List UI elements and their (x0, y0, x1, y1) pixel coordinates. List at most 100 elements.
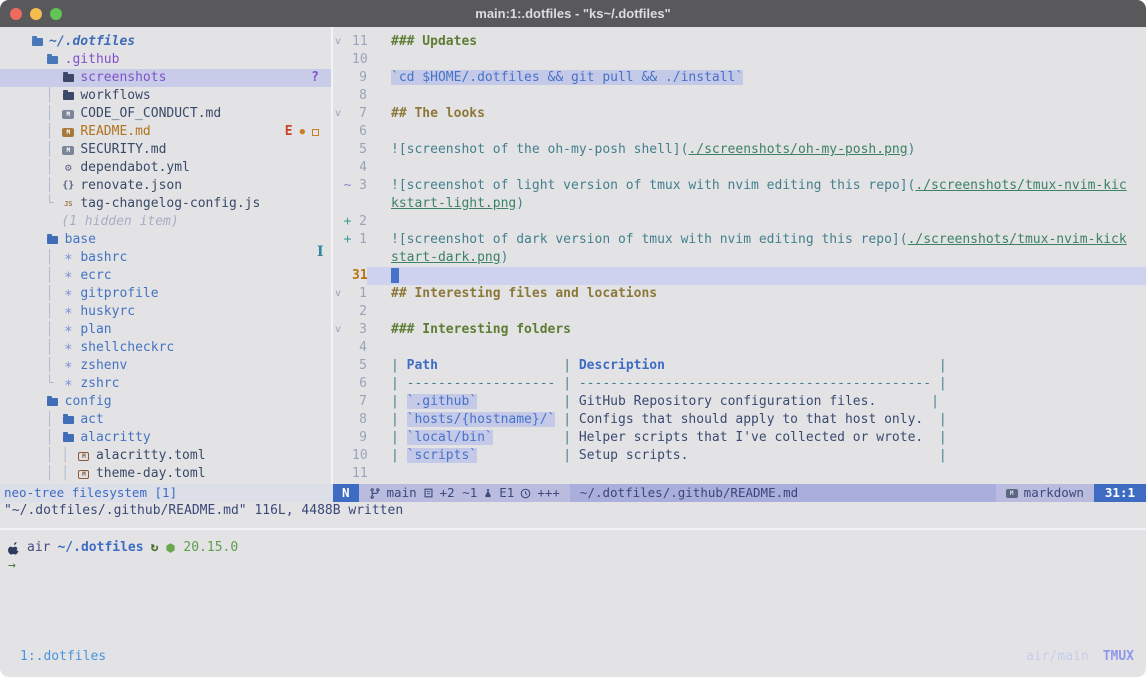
fold-marker-icon[interactable] (333, 303, 343, 321)
line-text[interactable]: | `scripts` | Setup scripts. | (367, 447, 1146, 465)
editor-line[interactable]: 5![screenshot of the oh-my-posh shell](.… (333, 141, 1146, 159)
editor-line[interactable]: 4 (333, 159, 1146, 177)
editor-line[interactable]: v7## The looks (333, 105, 1146, 123)
line-text[interactable] (367, 123, 1146, 141)
minimize-button[interactable] (30, 8, 42, 20)
prompt-arrow[interactable]: → (8, 557, 1146, 575)
neotree-sidebar[interactable]: I ~/.dotfiles .github screenshots? │ wor… (0, 27, 331, 484)
tree-item-tag-changelog-config.js[interactable]: └ JStag-changelog-config.js (0, 195, 331, 213)
fold-marker-icon[interactable] (333, 69, 343, 87)
line-text[interactable] (367, 465, 1146, 483)
tree-item-gitprofile[interactable]: │ *gitprofile (0, 285, 331, 303)
line-text[interactable]: ![screenshot of the oh-my-posh shell](./… (367, 141, 1146, 159)
tree-item-ecrc[interactable]: │ *ecrc (0, 267, 331, 285)
editor-line[interactable]: v11### Updates (333, 33, 1146, 51)
fold-marker-icon[interactable] (333, 249, 343, 267)
fold-marker-icon[interactable] (333, 195, 343, 213)
editor-line[interactable]: 31 (333, 267, 1146, 285)
tree-item--.dotfiles[interactable]: ~/.dotfiles (0, 33, 331, 51)
fold-marker-icon[interactable] (333, 231, 343, 249)
tree-item-act[interactable]: │ act (0, 411, 331, 429)
line-text[interactable]: | `hosts/{hostname}/` | Configs that sho… (367, 411, 1146, 429)
line-text[interactable]: ## Interesting files and locations (367, 285, 1146, 303)
line-text[interactable]: kstart-light.png) (367, 195, 1146, 213)
tree-item-.github[interactable]: .github (0, 51, 331, 69)
fold-marker-icon[interactable] (333, 213, 343, 231)
line-text[interactable] (367, 213, 1146, 231)
line-text[interactable] (367, 51, 1146, 69)
fold-marker-icon[interactable] (333, 393, 343, 411)
tree-item-workflows[interactable]: │ workflows (0, 87, 331, 105)
editor-line[interactable]: v3### Interesting folders (333, 321, 1146, 339)
editor-line[interactable]: ~3![screenshot of light version of tmux … (333, 177, 1146, 195)
tree-item-dependabot.yml[interactable]: │ ⚙dependabot.yml (0, 159, 331, 177)
fold-marker-icon[interactable] (333, 357, 343, 375)
fold-marker-icon[interactable] (333, 375, 343, 393)
fold-marker-icon[interactable] (333, 267, 343, 285)
editor-buffer[interactable]: v11### Updates109`cd $HOME/.dotfiles && … (333, 27, 1146, 484)
line-text[interactable]: | `local/bin` | Helper scripts that I've… (367, 429, 1146, 447)
editor-line[interactable]: 8 (333, 87, 1146, 105)
editor-line[interactable]: 9`cd $HOME/.dotfiles && git pull && ./in… (333, 69, 1146, 87)
fold-marker-icon[interactable] (333, 123, 343, 141)
line-text[interactable] (367, 267, 1146, 285)
tree-item-config[interactable]: config (0, 393, 331, 411)
tree-item-zshrc[interactable]: └ *zshrc (0, 375, 331, 393)
editor-line[interactable]: 8| `hosts/{hostname}/` | Configs that sh… (333, 411, 1146, 429)
tree-item-screenshots[interactable]: screenshots? (0, 69, 331, 87)
editor-line[interactable]: 9| `local/bin` | Helper scripts that I'v… (333, 429, 1146, 447)
editor-line[interactable]: 2 (333, 303, 1146, 321)
tree-item-theme-day.toml[interactable]: │ │ Mtheme-day.toml (0, 465, 331, 483)
close-button[interactable] (10, 8, 22, 20)
tree-item-zshenv[interactable]: │ *zshenv (0, 357, 331, 375)
editor-line[interactable]: +2 (333, 213, 1146, 231)
fold-marker-icon[interactable] (333, 159, 343, 177)
editor-line[interactable]: 6| ------------------- | ---------------… (333, 375, 1146, 393)
shell-area[interactable]: air ~/.dotfiles ↻ 20.15.0 → (0, 520, 1146, 646)
fold-marker-icon[interactable]: v (333, 285, 343, 303)
fold-marker-icon[interactable] (333, 447, 343, 465)
line-text[interactable] (367, 159, 1146, 177)
fold-marker-icon[interactable] (333, 51, 343, 69)
editor-line[interactable]: 5| Path | Description | (333, 357, 1146, 375)
fold-marker-icon[interactable]: v (333, 105, 343, 123)
tree-item-renovate.json[interactable]: │ {}renovate.json (0, 177, 331, 195)
fold-marker-icon[interactable]: v (333, 33, 343, 51)
fold-marker-icon[interactable] (333, 429, 343, 447)
line-text[interactable]: | Path | Description | (367, 357, 1146, 375)
fold-marker-icon[interactable]: v (333, 321, 343, 339)
fold-marker-icon[interactable] (333, 465, 343, 483)
tree-item-security.md[interactable]: │ MSECURITY.md (0, 141, 331, 159)
fold-marker-icon[interactable] (333, 87, 343, 105)
tree-item-plan[interactable]: │ *plan (0, 321, 331, 339)
editor-line[interactable]: 6 (333, 123, 1146, 141)
fold-marker-icon[interactable] (333, 177, 343, 195)
editor-line[interactable]: start-dark.png) (333, 249, 1146, 267)
editor-line[interactable]: +1![screenshot of dark version of tmux w… (333, 231, 1146, 249)
line-text[interactable]: `cd $HOME/.dotfiles && git pull && ./ins… (367, 69, 1146, 87)
tree-item-shellcheckrc[interactable]: │ *shellcheckrc (0, 339, 331, 357)
fold-marker-icon[interactable] (333, 339, 343, 357)
tree-item-readme.md[interactable]: │ MREADME.mdE● (0, 123, 331, 141)
fold-marker-icon[interactable] (333, 411, 343, 429)
tree-item-alacritty[interactable]: │ alacritty (0, 429, 331, 447)
zoom-button[interactable] (50, 8, 62, 20)
editor-line[interactable]: v1## Interesting files and locations (333, 285, 1146, 303)
editor-line[interactable]: 11 (333, 465, 1146, 483)
line-text[interactable]: ![screenshot of light version of tmux wi… (367, 177, 1146, 195)
tree-item-alacritty.toml[interactable]: │ │ Malacritty.toml (0, 447, 331, 465)
line-text[interactable]: ![screenshot of dark version of tmux wit… (367, 231, 1146, 249)
line-text[interactable]: ## The looks (367, 105, 1146, 123)
line-text[interactable] (367, 303, 1146, 321)
line-text[interactable]: ### Updates (367, 33, 1146, 51)
editor-line[interactable]: 4 (333, 339, 1146, 357)
tree-item-base[interactable]: base (0, 231, 331, 249)
line-text[interactable]: ### Interesting folders (367, 321, 1146, 339)
editor-line[interactable]: 7| `.github` | GitHub Repository configu… (333, 393, 1146, 411)
line-text[interactable] (367, 87, 1146, 105)
line-text[interactable]: | `.github` | GitHub Repository configur… (367, 393, 1146, 411)
editor-line[interactable]: kstart-light.png) (333, 195, 1146, 213)
tree-item-code-of-conduct.md[interactable]: │ MCODE_OF_CONDUCT.md (0, 105, 331, 123)
tmux-window-label[interactable]: 1:.dotfiles (20, 649, 106, 664)
fold-marker-icon[interactable] (333, 141, 343, 159)
